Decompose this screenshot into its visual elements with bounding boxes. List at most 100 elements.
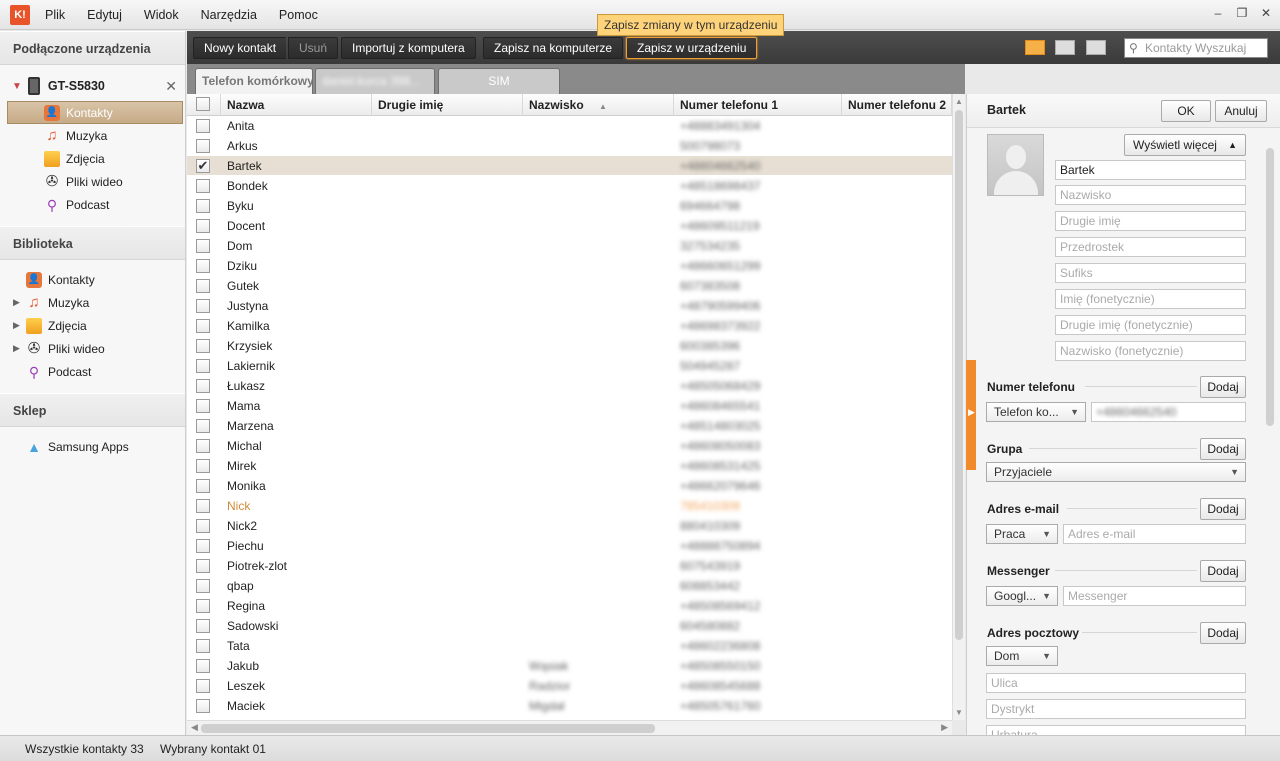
scroll-thumb[interactable] xyxy=(1266,148,1274,426)
phone-number-field[interactable]: +48604662540 xyxy=(1091,402,1246,422)
table-row[interactable]: Justyna +48790599406 xyxy=(187,296,952,316)
table-row[interactable]: Mirek +48608531425 xyxy=(187,456,952,476)
detail-scrollbar[interactable] xyxy=(1264,136,1277,734)
scroll-thumb[interactable] xyxy=(955,110,963,640)
district-field[interactable]: Dystrykt xyxy=(986,699,1246,719)
table-row[interactable]: Marzena +48514803025 xyxy=(187,416,952,436)
table-row[interactable]: Sadowski 604580882 xyxy=(187,616,952,636)
close-icon[interactable]: ✕ xyxy=(1260,6,1272,20)
city-field[interactable]: Urbatura xyxy=(986,725,1246,735)
group-select[interactable]: Przyjaciele ▼ xyxy=(986,462,1246,482)
scroll-left-icon[interactable]: ◀ xyxy=(191,722,198,733)
sidebar-item-device-music[interactable]: ♫ Muzyka xyxy=(0,124,185,147)
table-row[interactable]: Jakub Wąsiak +48508550150 xyxy=(187,656,952,676)
row-checkbox[interactable] xyxy=(196,699,210,713)
add-messenger-button[interactable]: Dodaj xyxy=(1200,560,1246,582)
chevron-right-icon[interactable]: ▶ xyxy=(13,320,20,331)
menu-plik[interactable]: Plik xyxy=(34,0,76,30)
suffix-field[interactable]: Sufiks xyxy=(1055,263,1246,283)
table-row[interactable]: Maciek Migdał +48505761760 xyxy=(187,696,952,716)
column-header-last[interactable]: Nazwisko ▲ xyxy=(523,94,674,116)
sidebar-item-device-contacts[interactable]: 👤 Kontakty xyxy=(7,101,183,124)
tab-account[interactable]: daniel.kurca 398... xyxy=(315,68,435,94)
messenger-type-select[interactable]: Googl... ▼ xyxy=(986,586,1058,606)
show-more-button[interactable]: Wyświetl więcej ▲ xyxy=(1124,134,1246,156)
row-checkbox[interactable] xyxy=(196,399,210,413)
restore-icon[interactable]: ❐ xyxy=(1236,6,1248,20)
search-input[interactable]: ⚲ Kontakty Wyszukaj xyxy=(1124,38,1268,58)
row-checkbox[interactable] xyxy=(196,519,210,533)
list-view-icon[interactable] xyxy=(1025,40,1045,55)
table-vertical-scrollbar[interactable]: ▲ ▼ xyxy=(952,94,965,720)
tab-phone[interactable]: Telefon komórkowy xyxy=(195,68,313,94)
column-header-phone1[interactable]: Numer telefonu 1 xyxy=(674,94,842,116)
chevron-right-icon[interactable]: ▶ xyxy=(13,343,20,354)
column-header-middle[interactable]: Drugie imię xyxy=(372,94,523,116)
row-checkbox[interactable] xyxy=(196,139,210,153)
table-row[interactable]: Byku 694664798 xyxy=(187,196,952,216)
row-checkbox[interactable] xyxy=(196,279,210,293)
row-checkbox[interactable] xyxy=(196,579,210,593)
table-row[interactable]: qbap 608853442 xyxy=(187,576,952,596)
table-row[interactable]: Piechu +48888750894 xyxy=(187,536,952,556)
add-group-button[interactable]: Dodaj xyxy=(1200,438,1246,460)
table-row[interactable]: Arkus 500798073 xyxy=(187,136,952,156)
phone-type-select[interactable]: Telefon ko... ▼ xyxy=(986,402,1086,422)
row-checkbox[interactable] xyxy=(196,179,210,193)
table-row[interactable]: Dziku +48660651299 xyxy=(187,256,952,276)
table-row[interactable]: Monika +48662079646 xyxy=(187,476,952,496)
column-header-phone2[interactable]: Numer telefonu 2 xyxy=(842,94,952,116)
email-field[interactable]: Adres e-mail xyxy=(1063,524,1246,544)
table-row[interactable]: Regina +48508569412 xyxy=(187,596,952,616)
sidebar-item-samsung-apps[interactable]: ▲ Samsung Apps xyxy=(0,435,185,458)
sidebar-item-device-video[interactable]: ✇ Pliki wideo xyxy=(0,170,185,193)
menu-pomoc[interactable]: Pomoc xyxy=(268,0,329,30)
table-row[interactable]: Piotrek-zlot 607543919 xyxy=(187,556,952,576)
sidebar-item-library-contacts[interactable]: 👤 Kontakty xyxy=(0,268,185,291)
first-name-field[interactable]: Bartek xyxy=(1055,160,1246,180)
minimize-icon[interactable]: – xyxy=(1212,6,1224,20)
sidebar-item-device-podcast[interactable]: ⚲ Podcast xyxy=(0,193,185,216)
menu-edytuj[interactable]: Edytuj xyxy=(76,0,133,30)
table-row[interactable]: Lakiernik 504945287 xyxy=(187,356,952,376)
messenger-field[interactable]: Messenger xyxy=(1063,586,1246,606)
scroll-up-icon[interactable]: ▲ xyxy=(955,97,963,106)
disconnect-icon[interactable]: ✕ xyxy=(165,78,177,95)
first-name-phonetic-field[interactable]: Imię (fonetycznie) xyxy=(1055,289,1246,309)
last-name-field[interactable]: Nazwisko xyxy=(1055,185,1246,205)
table-row[interactable]: Leszek Radzior +48608545688 xyxy=(187,676,952,696)
row-checkbox[interactable] xyxy=(196,639,210,653)
row-checkbox[interactable]: ✔ xyxy=(196,159,210,173)
detail-panel-toggle[interactable]: ▶ xyxy=(966,360,976,470)
card-view-icon[interactable] xyxy=(1086,40,1106,55)
save-pc-button[interactable]: Zapisz na komputerze xyxy=(483,37,624,59)
row-checkbox[interactable] xyxy=(196,379,210,393)
add-phone-button[interactable]: Dodaj xyxy=(1200,376,1246,398)
table-row[interactable]: Nick2 880410309 xyxy=(187,516,952,536)
last-name-phonetic-field[interactable]: Nazwisko (fonetycznie) xyxy=(1055,341,1246,361)
table-row[interactable]: Tata +48602236808 xyxy=(187,636,952,656)
table-row[interactable]: Bondek +48518698437 xyxy=(187,176,952,196)
delete-button[interactable]: Usuń xyxy=(288,37,339,59)
menu-widok[interactable]: Widok xyxy=(133,0,190,30)
table-row[interactable]: Łukasz +48505068429 xyxy=(187,376,952,396)
row-checkbox[interactable] xyxy=(196,459,210,473)
row-checkbox[interactable] xyxy=(196,599,210,613)
table-row[interactable]: Nick 785410309 xyxy=(187,496,952,516)
row-checkbox[interactable] xyxy=(196,499,210,513)
scroll-thumb[interactable] xyxy=(201,724,655,733)
street-field[interactable]: Ulica xyxy=(986,673,1246,693)
import-button[interactable]: Importuj z komputera xyxy=(341,37,476,59)
sidebar-item-library-photos[interactable]: ▶ Zdjęcia xyxy=(0,314,185,337)
table-row[interactable]: Michal +48608050083 xyxy=(187,436,952,456)
table-row[interactable]: Docent +48609511219 xyxy=(187,216,952,236)
detail-view-icon[interactable] xyxy=(1055,40,1075,55)
row-checkbox[interactable] xyxy=(196,339,210,353)
table-row[interactable]: Kamilka +48698373922 xyxy=(187,316,952,336)
row-checkbox[interactable] xyxy=(196,299,210,313)
row-checkbox[interactable] xyxy=(196,419,210,433)
middle-name-field[interactable]: Drugie imię xyxy=(1055,211,1246,231)
row-checkbox[interactable] xyxy=(196,359,210,373)
table-row[interactable]: Gutek 607383508 xyxy=(187,276,952,296)
table-row[interactable]: ✔ Bartek +48604662540 xyxy=(187,156,952,176)
